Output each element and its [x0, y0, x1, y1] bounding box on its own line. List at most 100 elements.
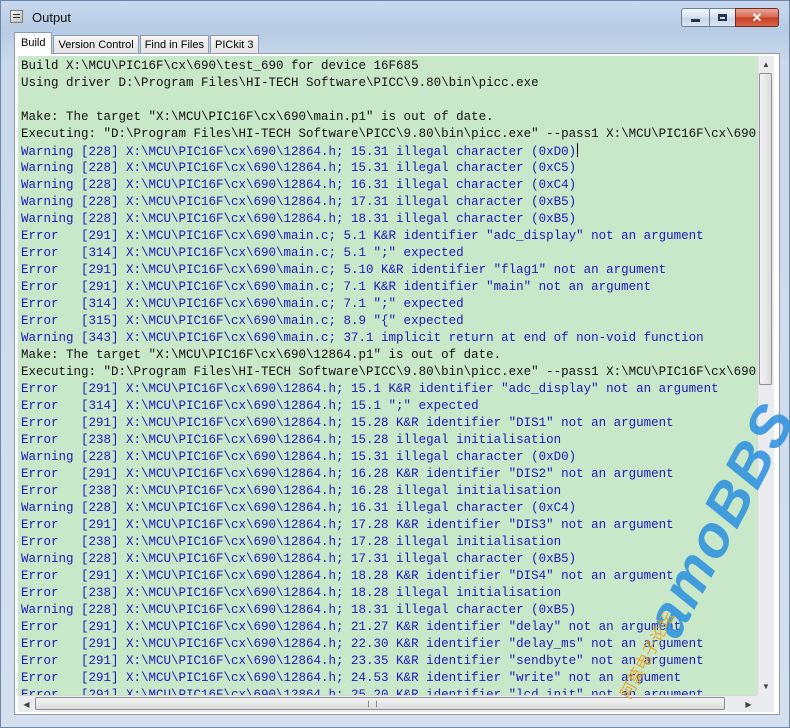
- output-line-text: Warning [228] X:\MCU\PIC16F\cx\690\12864…: [21, 501, 577, 515]
- output-line: Error [314] X:\MCU\PIC16F\cx\690\12864.h…: [21, 398, 757, 415]
- output-line-text: Error [291] X:\MCU\PIC16F\cx\690\12864.h…: [21, 688, 704, 695]
- window-title: Output: [32, 10, 72, 25]
- output-line-text: Warning [228] X:\MCU\PIC16F\cx\690\12864…: [21, 212, 577, 226]
- scroll-down-arrow-icon[interactable]: ▼: [758, 678, 774, 695]
- minimize-icon: [691, 19, 700, 22]
- output-line: Error [314] X:\MCU\PIC16F\cx\690\main.c;…: [21, 296, 757, 313]
- output-line: Warning [228] X:\MCU\PIC16F\cx\690\12864…: [21, 160, 757, 177]
- output-line: Error [291] X:\MCU\PIC16F\cx\690\12864.h…: [21, 636, 757, 653]
- output-window: Output ✕ Build Version Control Find in F…: [0, 0, 790, 728]
- output-line-text: Error [314] X:\MCU\PIC16F\cx\690\12864.h…: [21, 399, 479, 413]
- tab-version-control[interactable]: Version Control: [53, 35, 139, 54]
- tab-pickit-3[interactable]: PICkit 3: [209, 35, 259, 54]
- tab-build[interactable]: Build: [14, 32, 53, 54]
- output-line: Error [238] X:\MCU\PIC16F\cx\690\12864.h…: [21, 585, 757, 602]
- output-line: Error [238] X:\MCU\PIC16F\cx\690\12864.h…: [21, 534, 757, 551]
- output-line-text: Warning [228] X:\MCU\PIC16F\cx\690\12864…: [21, 552, 577, 566]
- maximize-icon: [718, 14, 727, 21]
- output-line: Using driver D:\Program Files\HI-TECH So…: [21, 75, 757, 92]
- output-line: Warning [228] X:\MCU\PIC16F\cx\690\12864…: [21, 194, 757, 211]
- output-line-text: Executing: "D:\Program Files\HI-TECH Sof…: [21, 365, 757, 379]
- output-line: Warning [228] X:\MCU\PIC16F\cx\690\12864…: [21, 143, 757, 160]
- output-line-text: Warning [228] X:\MCU\PIC16F\cx\690\12864…: [21, 450, 577, 464]
- output-line: Error [291] X:\MCU\PIC16F\cx\690\12864.h…: [21, 381, 757, 398]
- scrollbar-corner: [757, 695, 774, 712]
- output-line: Error [291] X:\MCU\PIC16F\cx\690\main.c;…: [21, 279, 757, 296]
- output-line-text: Error [291] X:\MCU\PIC16F\cx\690\main.c;…: [21, 280, 652, 294]
- vertical-scroll-thumb[interactable]: [759, 73, 772, 385]
- output-line-text: Warning [228] X:\MCU\PIC16F\cx\690\12864…: [21, 178, 577, 192]
- vertical-scrollbar[interactable]: ▲ ▼: [757, 56, 774, 695]
- close-icon: ✕: [751, 9, 763, 25]
- output-line-text: Error [238] X:\MCU\PIC16F\cx\690\12864.h…: [21, 484, 562, 498]
- scroll-grip-icon: [368, 701, 377, 707]
- output-line-text: Warning [228] X:\MCU\PIC16F\cx\690\12864…: [21, 161, 577, 175]
- output-line-text: Error [314] X:\MCU\PIC16F\cx\690\main.c;…: [21, 246, 464, 260]
- output-line-text: Error [314] X:\MCU\PIC16F\cx\690\main.c;…: [21, 297, 464, 311]
- output-line-text: Using driver D:\Program Files\HI-TECH So…: [21, 76, 539, 90]
- output-line-text: Build X:\MCU\PIC16F\cx\690\test_690 for …: [21, 59, 419, 73]
- horizontal-scroll-thumb[interactable]: [35, 697, 725, 710]
- horizontal-scrollbar[interactable]: ◀ ▶: [18, 695, 757, 712]
- output-line: Make: The target "X:\MCU\PIC16F\cx\690\m…: [21, 109, 757, 126]
- output-line-text: Error [291] X:\MCU\PIC16F\cx\690\12864.h…: [21, 416, 674, 430]
- output-line-text: Error [315] X:\MCU\PIC16F\cx\690\main.c;…: [21, 314, 464, 328]
- output-line-text: Error [291] X:\MCU\PIC16F\cx\690\12864.h…: [21, 654, 704, 668]
- output-line: Warning [343] X:\MCU\PIC16F\cx\690\main.…: [21, 330, 757, 347]
- output-line: Error [291] X:\MCU\PIC16F\cx\690\12864.h…: [21, 653, 757, 670]
- output-line-text: Executing: "D:\Program Files\HI-TECH Sof…: [21, 127, 757, 141]
- output-line: Warning [228] X:\MCU\PIC16F\cx\690\12864…: [21, 551, 757, 568]
- build-output-panel: Build X:\MCU\PIC16F\cx\690\test_690 for …: [14, 53, 780, 715]
- output-line: Error [315] X:\MCU\PIC16F\cx\690\main.c;…: [21, 313, 757, 330]
- output-line-text: Error [291] X:\MCU\PIC16F\cx\690\12864.h…: [21, 671, 682, 685]
- output-line: Error [314] X:\MCU\PIC16F\cx\690\main.c;…: [21, 245, 757, 262]
- maximize-button[interactable]: [709, 8, 735, 27]
- output-line-text: Error [291] X:\MCU\PIC16F\cx\690\12864.h…: [21, 637, 704, 651]
- tab-find-in-files[interactable]: Find in Files: [139, 35, 209, 54]
- minimize-button[interactable]: [681, 8, 709, 27]
- output-line-text: Error [238] X:\MCU\PIC16F\cx\690\12864.h…: [21, 586, 562, 600]
- output-line-text: Error [238] X:\MCU\PIC16F\cx\690\12864.h…: [21, 433, 562, 447]
- output-line: Error [291] X:\MCU\PIC16F\cx\690\12864.h…: [21, 517, 757, 534]
- output-line-text: Error [291] X:\MCU\PIC16F\cx\690\12864.h…: [21, 467, 674, 481]
- scroll-left-arrow-icon[interactable]: ◀: [18, 696, 35, 712]
- output-line: Error [291] X:\MCU\PIC16F\cx\690\12864.h…: [21, 619, 757, 636]
- output-line-text: Error [291] X:\MCU\PIC16F\cx\690\12864.h…: [21, 518, 674, 532]
- output-line: Error [291] X:\MCU\PIC16F\cx\690\main.c;…: [21, 228, 757, 245]
- output-line-text: Make: The target "X:\MCU\PIC16F\cx\690\1…: [21, 348, 502, 362]
- scroll-right-arrow-icon[interactable]: ▶: [740, 696, 757, 712]
- close-button[interactable]: ✕: [735, 8, 779, 27]
- output-line: Make: The target "X:\MCU\PIC16F\cx\690\1…: [21, 347, 757, 364]
- output-line: Warning [228] X:\MCU\PIC16F\cx\690\12864…: [21, 211, 757, 228]
- output-line: Error [291] X:\MCU\PIC16F\cx\690\12864.h…: [21, 568, 757, 585]
- window-controls: ✕: [681, 8, 779, 27]
- output-line: Warning [228] X:\MCU\PIC16F\cx\690\12864…: [21, 500, 757, 517]
- output-line-text: Warning [343] X:\MCU\PIC16F\cx\690\main.…: [21, 331, 704, 345]
- output-line: Error [238] X:\MCU\PIC16F\cx\690\12864.h…: [21, 483, 757, 500]
- output-line: Warning [228] X:\MCU\PIC16F\cx\690\12864…: [21, 177, 757, 194]
- output-line-text: Error [291] X:\MCU\PIC16F\cx\690\12864.h…: [21, 620, 682, 634]
- output-line-text: Warning [228] X:\MCU\PIC16F\cx\690\12864…: [21, 145, 577, 159]
- output-line-text: Error [238] X:\MCU\PIC16F\cx\690\12864.h…: [21, 535, 562, 549]
- output-line-text: Warning [228] X:\MCU\PIC16F\cx\690\12864…: [21, 195, 577, 209]
- output-line: Executing: "D:\Program Files\HI-TECH Sof…: [21, 364, 757, 381]
- output-line: Error [291] X:\MCU\PIC16F\cx\690\12864.h…: [21, 415, 757, 432]
- output-line: Error [291] X:\MCU\PIC16F\cx\690\12864.h…: [21, 687, 757, 695]
- title-bar[interactable]: Output ✕: [1, 1, 789, 33]
- output-line: Error [291] X:\MCU\PIC16F\cx\690\12864.h…: [21, 670, 757, 687]
- output-line: Warning [228] X:\MCU\PIC16F\cx\690\12864…: [21, 602, 757, 619]
- output-line: Warning [228] X:\MCU\PIC16F\cx\690\12864…: [21, 449, 757, 466]
- output-line: Error [238] X:\MCU\PIC16F\cx\690\12864.h…: [21, 432, 757, 449]
- output-line-text: Error [291] X:\MCU\PIC16F\cx\690\main.c;…: [21, 263, 667, 277]
- output-line: Build X:\MCU\PIC16F\cx\690\test_690 for …: [21, 58, 757, 75]
- scroll-up-arrow-icon[interactable]: ▲: [758, 56, 774, 73]
- build-output-text[interactable]: Build X:\MCU\PIC16F\cx\690\test_690 for …: [18, 56, 757, 695]
- output-line-text: Error [291] X:\MCU\PIC16F\cx\690\12864.h…: [21, 569, 674, 583]
- output-tabs: Build Version Control Find in Files PICk…: [14, 32, 260, 54]
- output-line-text: Error [291] X:\MCU\PIC16F\cx\690\12864.h…: [21, 382, 719, 396]
- text-caret: [577, 143, 579, 157]
- output-line: Error [291] X:\MCU\PIC16F\cx\690\12864.h…: [21, 466, 757, 483]
- output-line: Error [291] X:\MCU\PIC16F\cx\690\main.c;…: [21, 262, 757, 279]
- output-lines: Build X:\MCU\PIC16F\cx\690\test_690 for …: [21, 58, 757, 695]
